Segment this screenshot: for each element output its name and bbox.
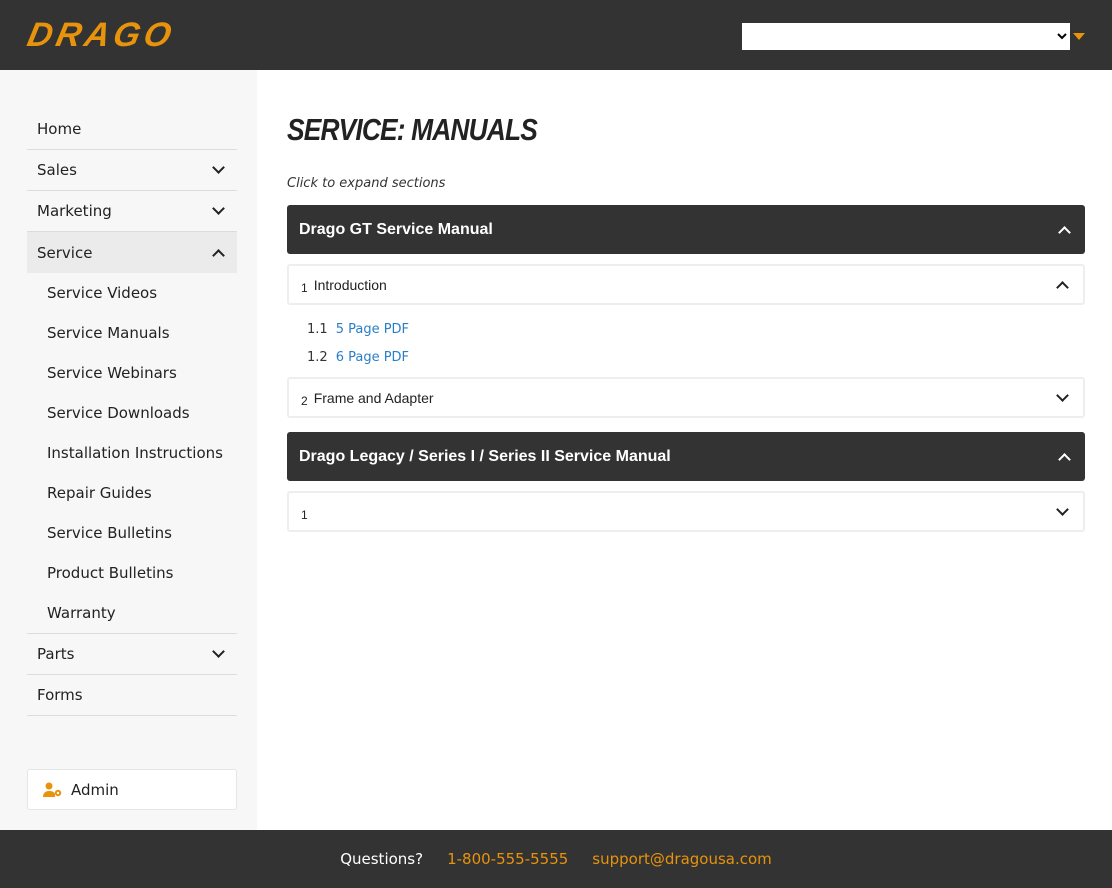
sidebar-subitem[interactable]: Service Downloads: [27, 393, 237, 433]
sidebar-subitem[interactable]: Warranty: [27, 593, 237, 633]
manual-header[interactable]: Drago GT Service Manual: [287, 205, 1085, 254]
header: DRAGO: [0, 0, 1112, 70]
hint-text: Click to expand sections: [287, 176, 446, 191]
label: Home: [37, 120, 82, 138]
chevron-up-icon: [212, 248, 225, 262]
sidebar-item-sales[interactable]: Sales: [27, 150, 237, 191]
label: Sales: [37, 161, 77, 179]
label: Service: [37, 243, 93, 262]
admin-label: Admin: [71, 780, 119, 799]
manual-title: Drago Legacy / Series I / Series II Serv…: [299, 447, 671, 465]
page-title: SERVICE: MANUALS: [287, 112, 538, 147]
user-cog-icon: [43, 782, 62, 797]
chevron-down-icon: [1056, 502, 1069, 516]
questions-label: Questions?: [340, 850, 424, 868]
footer: Questions? 1-800-555-5555 support@dragou…: [0, 830, 1112, 888]
chevron-down-icon: [212, 645, 225, 658]
sidebar-subitem[interactable]: Product Bulletins: [27, 553, 237, 593]
section-header[interactable]: 1: [287, 491, 1085, 532]
sidebar-item-home[interactable]: Home: [27, 109, 237, 150]
sidebar-item-marketing[interactable]: Marketing: [27, 191, 237, 232]
email-link[interactable]: support@dragousa.com: [592, 850, 772, 868]
chevron-down-icon: [212, 161, 225, 174]
section-number: 1: [301, 507, 308, 522]
list-item: 1.2 6 Page PDF: [307, 343, 1085, 371]
drago-logo[interactable]: DRAGO: [24, 16, 179, 55]
label: Marketing: [37, 202, 112, 220]
sidebar-subitem[interactable]: Service Manuals: [27, 313, 237, 353]
section-header[interactable]: 1 Introduction: [287, 264, 1085, 305]
chevron-down-icon: [1056, 388, 1069, 402]
section-number: 1: [301, 280, 308, 295]
pdf-link[interactable]: 6 Page PDF: [336, 350, 409, 365]
section-title: Introduction: [313, 276, 387, 293]
admin-button[interactable]: Admin: [27, 769, 237, 810]
label: Parts: [37, 645, 75, 663]
main-content: SERVICE: MANUALS Click to expand section…: [287, 70, 1085, 532]
chevron-up-icon: [1056, 280, 1069, 294]
section-number: 2: [301, 393, 308, 408]
link-number: 1.1: [307, 321, 328, 337]
link-number: 1.2: [307, 349, 328, 365]
section-title: Frame and Adapter: [313, 389, 434, 406]
sidebar-item-service[interactable]: Service: [27, 232, 237, 273]
sidebar-subitem[interactable]: Service Bulletins: [27, 513, 237, 553]
label: Forms: [37, 686, 83, 704]
section-header[interactable]: 2 Frame and Adapter: [287, 377, 1085, 418]
sidebar-subitem[interactable]: Repair Guides: [27, 473, 237, 513]
header-select[interactable]: [742, 23, 1070, 50]
caret-down-icon[interactable]: [1073, 33, 1085, 40]
chevron-up-icon: [1058, 225, 1071, 239]
chevron-up-icon: [1058, 452, 1071, 466]
manual-title: Drago GT Service Manual: [299, 220, 493, 238]
sidebar-item-forms[interactable]: Forms: [27, 675, 237, 716]
list-item: 1.1 5 Page PDF: [307, 315, 1085, 343]
sidebar-item-parts[interactable]: Parts: [27, 634, 237, 675]
pdf-link[interactable]: 5 Page PDF: [336, 322, 409, 337]
sidebar-subitem[interactable]: Service Videos: [27, 273, 237, 313]
phone-link[interactable]: 1-800-555-5555: [447, 850, 568, 868]
chevron-down-icon: [212, 202, 225, 215]
sidebar: Home Sales Marketing Service Service Vid…: [0, 70, 257, 830]
sidebar-subitem[interactable]: Installation Instructions: [27, 433, 237, 473]
sidebar-subitem[interactable]: Service Webinars: [27, 353, 237, 393]
manual-header[interactable]: Drago Legacy / Series I / Series II Serv…: [287, 432, 1085, 481]
